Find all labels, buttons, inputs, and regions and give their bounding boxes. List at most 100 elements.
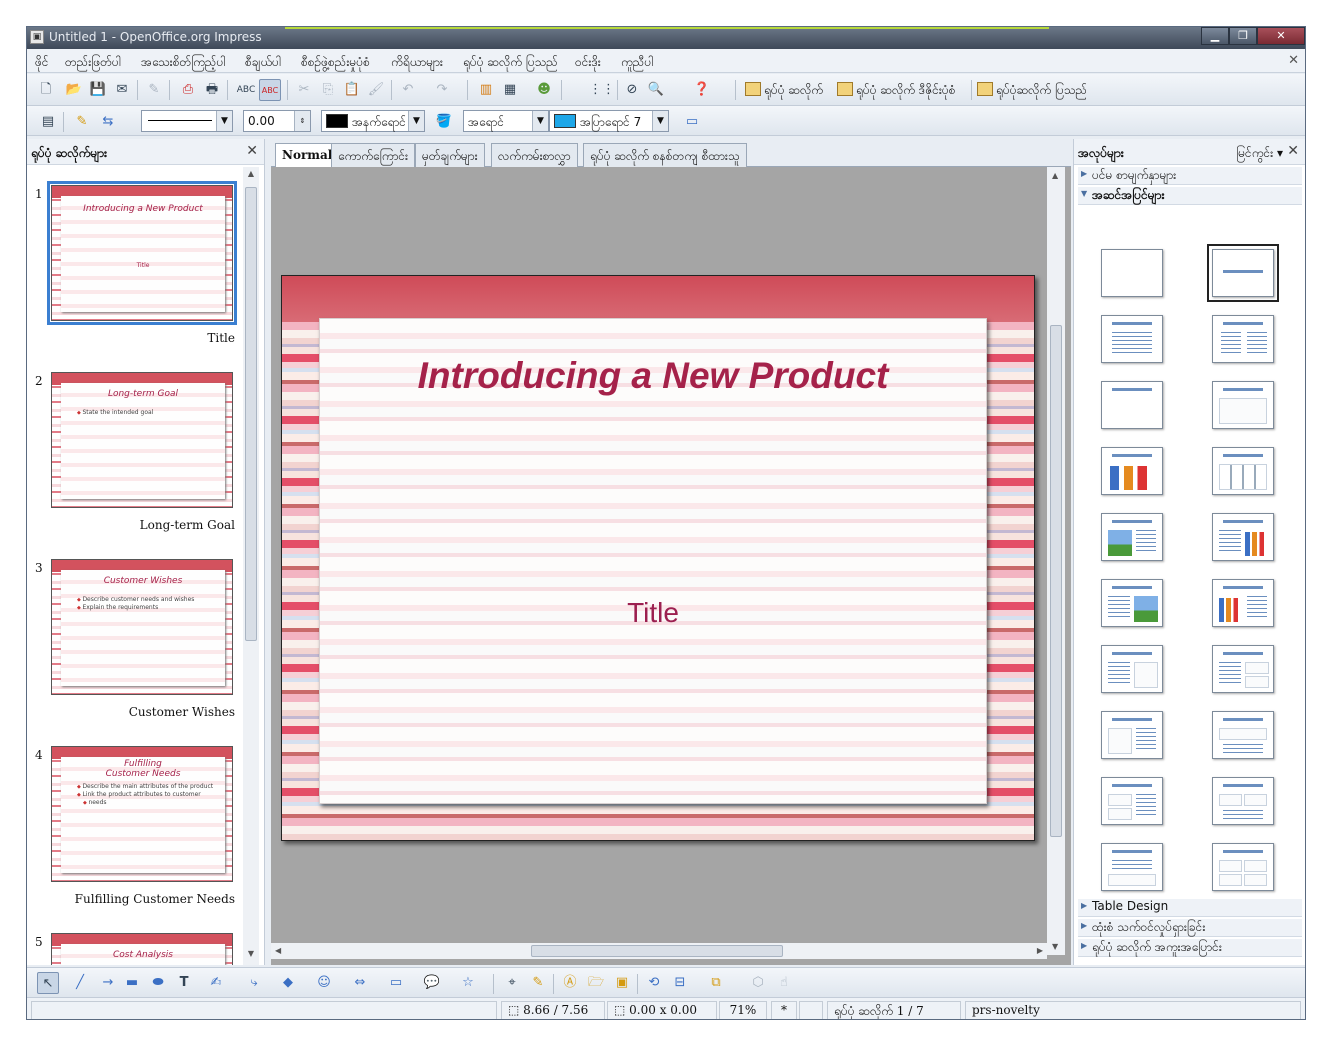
- menu-insert[interactable]: စီချယ်ပါ: [245, 54, 281, 72]
- slide-title[interactable]: Introducing a New Product: [320, 355, 986, 397]
- layout-title-2-content[interactable]: [1212, 315, 1274, 363]
- flowchart-icon[interactable]: ▭: [385, 972, 407, 994]
- chart-icon[interactable]: ▥: [475, 79, 497, 101]
- email-icon[interactable]: ✉: [111, 79, 133, 101]
- menu-format[interactable]: စီစဉ်ဖွဲ့စည်းမှုပုံစံ: [301, 54, 370, 72]
- section-layouts[interactable]: ▼ အဆင်အပြင်များ: [1078, 187, 1302, 205]
- menu-edit[interactable]: တည်းဖြတ်ပါ: [65, 54, 121, 72]
- scroll-down-icon[interactable]: ▼: [1052, 942, 1058, 951]
- tab-slide-sorter[interactable]: ရုပ်ပုံ ဆလိုက် စနစ်တကျ စီထားသူ: [583, 143, 747, 167]
- grid-icon[interactable]: ⋮⋮: [589, 79, 615, 101]
- new-slide-button[interactable]: ရုပ်ပုံ ဆလိုက်: [745, 82, 823, 100]
- layout-title-text-chart[interactable]: [1212, 513, 1274, 561]
- redo-icon[interactable]: ↷: [431, 79, 453, 101]
- tab-notes[interactable]: မှတ်ချက်များ: [415, 143, 485, 167]
- section-table-design[interactable]: ▶ Table Design: [1078, 899, 1302, 917]
- menu-help[interactable]: ကူညီပါ: [621, 54, 653, 72]
- arrow-style-icon[interactable]: ⇆: [97, 111, 119, 133]
- basic-shapes-icon[interactable]: ◆: [277, 972, 299, 994]
- slide-preview[interactable]: Long-term Goal State the intended goal: [51, 372, 233, 508]
- text-tool-icon[interactable]: T: [173, 972, 195, 994]
- slide-preview[interactable]: Customer Wishes Describe customer needs …: [51, 559, 233, 695]
- area-color-select[interactable]: အပြာရောင် 7 ▼: [549, 110, 669, 132]
- layout-title-object-text[interactable]: [1101, 711, 1163, 759]
- help-icon[interactable]: ❓: [691, 79, 713, 101]
- open-folder-icon[interactable]: 📂: [63, 79, 85, 101]
- line-color-select[interactable]: အနက်ရောင် ▼: [321, 110, 425, 132]
- tab-normal[interactable]: Normal: [275, 143, 340, 167]
- new-document-icon[interactable]: 🗋: [35, 79, 57, 101]
- tab-handout[interactable]: လက်ကမ်းစာလွှာ: [491, 143, 578, 167]
- table-icon[interactable]: ▦: [499, 79, 521, 101]
- slide-thumbnail-4[interactable]: 4 Fulfilling Customer Needs Describe the…: [27, 746, 241, 926]
- export-pdf-icon[interactable]: ⎙: [177, 79, 199, 101]
- slides-scrollbar[interactable]: ▲ ▼: [243, 167, 259, 965]
- slide-subtitle[interactable]: Title: [320, 597, 986, 629]
- block-arrows-icon[interactable]: ⇔: [349, 972, 371, 994]
- status-signature[interactable]: [799, 1001, 823, 1019]
- navigator-icon[interactable]: ⊘: [621, 79, 643, 101]
- select-pointer-icon[interactable]: ↖: [37, 972, 59, 994]
- chevron-down-icon[interactable]: ▼: [532, 111, 548, 131]
- callouts-icon[interactable]: 💬: [421, 972, 443, 994]
- scroll-down-icon[interactable]: ▼: [243, 949, 259, 963]
- clone-format-icon[interactable]: 🖌: [365, 79, 387, 101]
- autospellcheck-icon[interactable]: ABC: [259, 79, 281, 101]
- layout-title-chart[interactable]: [1101, 447, 1163, 495]
- extrusion-icon[interactable]: ⬡: [747, 972, 769, 994]
- layout-title-4-objects[interactable]: [1212, 843, 1274, 891]
- chevron-down-icon[interactable]: ▼: [216, 111, 232, 131]
- layout-title-text-over-object[interactable]: [1101, 843, 1163, 891]
- styles-icon[interactable]: ▤: [37, 111, 59, 133]
- maximize-button[interactable]: ❐: [1229, 27, 1257, 45]
- spellcheck-icon[interactable]: ABC: [235, 79, 257, 101]
- slide-preview[interactable]: Fulfilling Customer Needs Describe the m…: [51, 746, 233, 882]
- layout-title-text-2-objects[interactable]: [1212, 645, 1274, 693]
- stars-icon[interactable]: ☆: [457, 972, 479, 994]
- curve-tool-icon[interactable]: ✍: [205, 972, 227, 994]
- layout-blank[interactable]: [1101, 249, 1163, 297]
- layout-title-clipart-text[interactable]: [1101, 513, 1163, 561]
- line-width-field[interactable]: 0.00 ⇕: [243, 110, 311, 132]
- layout-centered-text[interactable]: [1212, 381, 1274, 429]
- symbol-shapes-icon[interactable]: ☺: [313, 972, 335, 994]
- layout-title-slide[interactable]: [1207, 244, 1279, 302]
- glue-points-icon[interactable]: ✎: [527, 972, 549, 994]
- minimize-button[interactable]: ▁: [1201, 27, 1229, 45]
- layout-title-object-over-text[interactable]: [1212, 711, 1274, 759]
- scroll-up-icon[interactable]: ▲: [243, 169, 259, 183]
- close-document-icon[interactable]: ✕: [1288, 53, 1299, 68]
- scroll-up-icon[interactable]: ▲: [1052, 171, 1058, 180]
- layout-title-table[interactable]: [1212, 447, 1274, 495]
- slide-design-button[interactable]: ရုပ်ပုံ ဆလိုက် ဒီဇိုင်းပုံစံ: [837, 82, 956, 100]
- spin-icon[interactable]: ⇕: [294, 111, 310, 131]
- line-style-select[interactable]: ▼: [141, 110, 233, 132]
- copy-icon[interactable]: ⎘: [317, 79, 339, 101]
- line-icon[interactable]: ✎: [71, 111, 93, 133]
- menu-tools[interactable]: ကိရိယာများ: [391, 54, 443, 72]
- slide-thumbnail-1[interactable]: 1 Introducing a New Product Title Title: [27, 181, 241, 365]
- slide-preview[interactable]: Cost Analysis: [51, 933, 233, 965]
- area-fill-icon[interactable]: 🪣: [433, 111, 455, 133]
- print-icon[interactable]: 🖶: [201, 79, 223, 101]
- chevron-down-icon[interactable]: ▼: [652, 111, 668, 131]
- section-master-pages[interactable]: ▶ ပင်မ စာမျက်နှာများ: [1078, 167, 1302, 185]
- rotate-icon[interactable]: ⟲: [643, 972, 665, 994]
- menu-view[interactable]: အသေးစိတ်ကြည့်ပါ: [141, 54, 225, 72]
- view-menu[interactable]: မြင်ကွင်း ▾: [1236, 145, 1283, 163]
- tab-outline[interactable]: ကောက်ကြောင်း: [331, 143, 416, 167]
- scroll-left-icon[interactable]: ◀: [275, 946, 281, 955]
- from-file-icon[interactable]: 🗁: [585, 972, 607, 994]
- alignment-icon[interactable]: ⊟: [669, 972, 691, 994]
- slide-preview[interactable]: Introducing a New Product Title: [47, 181, 237, 325]
- close-button[interactable]: ✕: [1257, 27, 1305, 45]
- layout-title-2-objects-text[interactable]: [1101, 777, 1163, 825]
- slide-thumbnail-2[interactable]: 2 Long-term Goal State the intended goal…: [27, 372, 241, 552]
- paste-icon[interactable]: 📋: [341, 79, 363, 101]
- layout-title-chart-text[interactable]: [1212, 579, 1274, 627]
- scrollbar-thumb[interactable]: [531, 945, 783, 957]
- save-icon[interactable]: 💾: [87, 79, 109, 101]
- layout-title-text-object[interactable]: [1101, 645, 1163, 693]
- connector-tool-icon[interactable]: ⤷: [243, 972, 265, 994]
- close-pane-icon[interactable]: ✕: [1287, 143, 1299, 159]
